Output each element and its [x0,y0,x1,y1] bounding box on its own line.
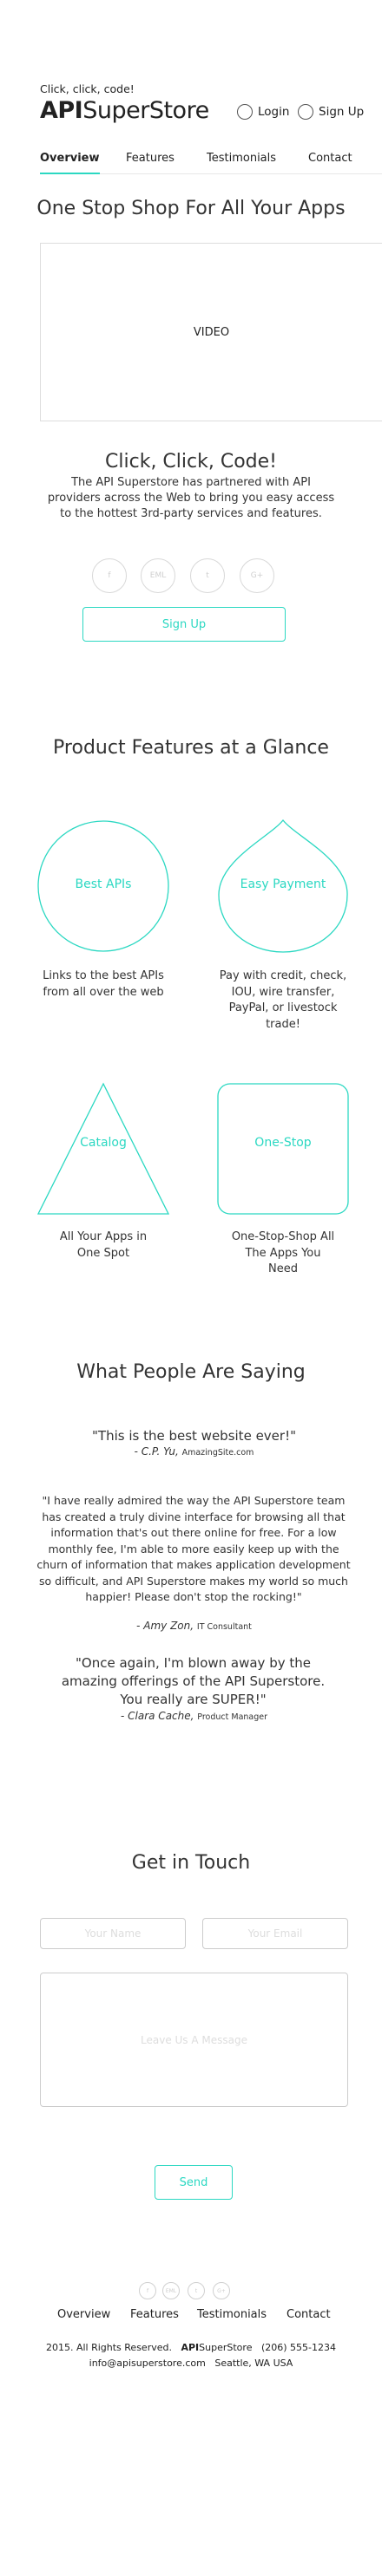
testimonials-title: What People Are Saying [76,1361,306,1383]
testimonial-attribution: - C.P. Yu, AmazingSite.com [134,1445,254,1458]
features-title: Product Features at a Glance [53,737,329,759]
testimonial-attribution: - Amy Zon, IT Consultant [136,1620,252,1632]
testimonial-author: C.P. Yu, [141,1445,179,1458]
nav-contact[interactable]: Contact [308,152,352,174]
footer-email[interactable]: info@apisuperstore.com [89,2358,206,2369]
testimonial-quote: "This is the best website ever!" [92,1428,296,1444]
google-plus-icon[interactable]: G+ [240,558,274,593]
testimonial-author: Clara Cache, [128,1710,194,1722]
footer-nav-overview[interactable]: Overview [57,2308,110,2321]
tagline: Click, click, code! [40,82,135,95]
nav-features[interactable]: Features [126,152,175,174]
footer-brand-rest: SuperStore [199,2342,253,2353]
send-button[interactable]: Send [155,2165,233,2200]
facebook-icon[interactable]: f [139,2282,156,2299]
video-player[interactable]: VIDEO [40,243,382,421]
name-field[interactable]: Your Name [40,1918,186,1949]
google-plus-icon[interactable]: G+ [213,2282,230,2299]
footer-brand-bold: API [181,2342,200,2353]
signup-link[interactable]: Sign Up [298,104,364,120]
feature-text-easy-payment: Pay with credit, check, IOU, wire transf… [219,969,347,1031]
testimonial-org: IT Consultant [196,1622,252,1632]
footer-location: Seattle, WA USA [214,2358,293,2369]
footer-info: 2015. All Rights Reserved. APISuperStore… [0,2342,382,2353]
user-icon [237,104,253,120]
nav-overview[interactable]: Overview [40,152,100,174]
message-field[interactable]: Leave Us A Message [40,1973,348,2107]
signup-button[interactable]: Sign Up [82,607,286,642]
footer-phone: (206) 555-1234 [260,2342,337,2353]
login-link[interactable]: Login [237,104,289,120]
testimonial-org: Product Manager [197,1712,268,1722]
brand-bold: API [40,97,83,124]
feature-label-best-apis: Best APIs [75,877,132,891]
feature-text-best-apis: Links to the best APIs from all over the… [43,969,164,999]
video-label: VIDEO [193,325,230,339]
facebook-icon[interactable]: f [92,558,127,593]
twitter-icon[interactable]: t [188,2282,205,2299]
brand-logo[interactable]: APISuperStore [40,97,209,124]
contact-title: Get in Touch [131,1852,251,1874]
brand-rest: SuperStore [82,97,209,124]
twitter-icon[interactable]: t [190,558,225,593]
login-label: Login [258,105,290,119]
hero-description: The API Superstore has partnered with AP… [47,476,335,520]
footer-nav-testimonials[interactable]: Testimonials [197,2308,267,2321]
feature-text-one-stop: One-Stop-Shop All The Apps You Need [231,1230,335,1275]
testimonial-org: AmazingSite.com [181,1448,254,1458]
testimonial-quote: "I have really admired the way the API S… [36,1494,351,1603]
testimonial-attribution: - Clara Cache, Product Manager [120,1710,268,1722]
footer-nav-features[interactable]: Features [130,2308,179,2321]
main-nav: Overview Features Testimonials Contact [40,152,382,174]
page-title: One Stop Shop For All Your Apps [36,198,346,219]
feature-text-catalog: All Your Apps in One Spot [59,1230,148,1260]
feature-label-catalog: Catalog [80,1136,127,1150]
signup-label: Sign Up [319,105,365,119]
hero-subtitle: Click, Click, Code! [105,451,277,473]
nav-testimonials[interactable]: Testimonials [207,152,276,174]
email-field[interactable]: Your Email [202,1918,348,1949]
testimonial-quote: "Once again, I'm blown away by the amazi… [61,1655,326,1707]
testimonial-author: Amy Zon, [143,1620,194,1632]
email-icon[interactable]: EML [141,558,175,593]
footer-nav-contact[interactable]: Contact [286,2308,331,2321]
footer-contact: info@apisuperstore.com Seattle, WA USA [0,2358,382,2369]
email-icon[interactable]: EML [162,2282,180,2299]
feature-label-easy-payment: Easy Payment [240,877,326,891]
user-plus-icon [298,104,313,120]
copyright: 2015. All Rights Reserved. [45,2342,172,2353]
feature-label-one-stop: One-Stop [254,1136,312,1150]
